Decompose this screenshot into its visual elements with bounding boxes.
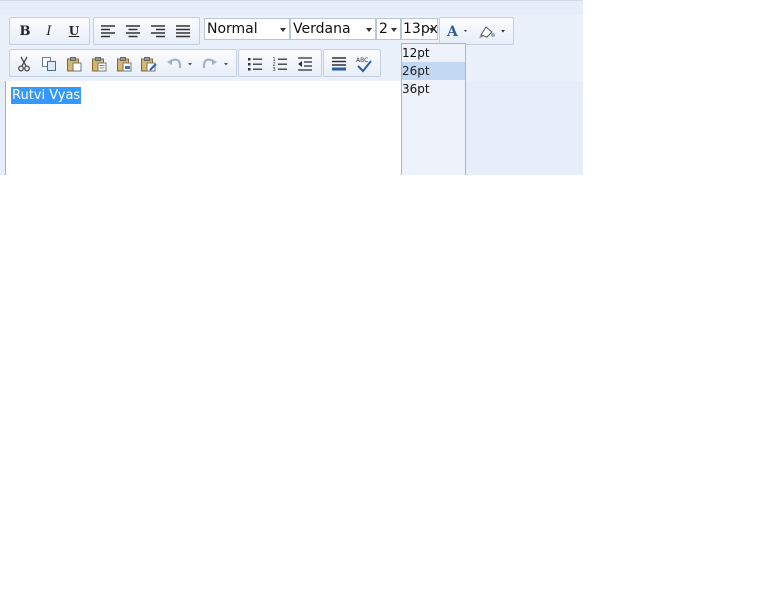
rich-text-editor: B I U Normal Verdana 2 13px A 1 2 3 ABC … [0,0,583,175]
tools-group: ABC [323,49,381,77]
highlight-icon [479,26,505,38]
paste-icon [67,57,82,72]
align-left-icon [101,25,115,38]
italic-button[interactable]: I [38,20,60,42]
align-center-icon [126,25,140,38]
text-style-group: B I U [9,17,90,45]
align-right-icon [151,25,165,38]
spellcheck-icon: ABC [356,57,372,73]
underline-button[interactable]: U [63,20,85,42]
list-group: 123 [238,49,322,77]
fontsize-option[interactable]: 36pt [402,80,465,98]
paragraph-button[interactable] [328,53,350,75]
size-select-value: 2 [379,21,388,37]
undo-icon [167,58,192,68]
svg-text:3: 3 [273,67,276,72]
paste-word-icon [117,57,132,72]
chevron-down-icon [391,28,397,32]
fontsize-select[interactable]: 13px [401,18,438,40]
outdent-icon [298,57,312,71]
outdent-button[interactable] [294,53,316,75]
copy-button[interactable] [38,53,60,75]
format-select[interactable]: Normal [204,18,290,40]
numbered-list-icon: 123 [273,57,287,72]
bold-button[interactable]: B [14,20,36,42]
selected-text[interactable]: Rutvi Vyas [11,87,82,104]
paste-word-button[interactable] [113,53,135,75]
fontsize-option[interactable]: 12pt [402,44,465,62]
paste-text-button[interactable] [88,53,110,75]
fontsize-option-selected[interactable]: 26pt [402,62,465,80]
numbered-list-button[interactable]: 123 [269,53,291,75]
align-justify-icon [176,25,190,38]
toolbar: B I U Normal Verdana 2 13px A 1 2 3 ABC [0,15,583,81]
format-select-value: Normal [207,21,258,37]
paste-button[interactable] [63,53,85,75]
font-select-value: Verdana [293,21,351,37]
align-justify-button[interactable] [172,20,194,42]
bullet-list-button[interactable] [244,53,266,75]
clipboard-group [9,49,237,77]
size-select[interactable]: 2 [376,18,401,40]
cut-icon [18,56,30,72]
svg-text:A: A [446,24,459,39]
font-select[interactable]: Verdana [290,18,376,40]
chevron-down-icon [429,28,435,32]
align-left-button[interactable] [97,20,119,42]
color-group: A [439,17,514,45]
bullet-list-icon [248,58,262,71]
paste-text-icon [92,57,107,72]
paste-special-icon [141,57,157,72]
undo-button[interactable] [165,53,195,75]
cut-button[interactable] [13,53,35,75]
highlight-button[interactable] [476,20,508,42]
font-color-button[interactable]: A [443,20,471,42]
paragraph-icon [332,57,346,71]
copy-icon [42,57,56,71]
spellcheck-button[interactable]: ABC [353,53,375,75]
chevron-down-icon [280,28,286,32]
paste-special-button[interactable] [138,53,160,75]
svg-text:ABC: ABC [356,57,368,64]
align-center-button[interactable] [122,20,144,42]
alignment-group [93,17,200,45]
chevron-down-icon [366,28,372,32]
align-right-button[interactable] [147,20,169,42]
fontsize-dropdown: 12pt 26pt 36pt [401,43,466,175]
redo-button[interactable] [201,53,231,75]
editor-content[interactable]: Rutvi Vyas [5,81,407,175]
font-color-icon: A [446,24,467,39]
redo-icon [203,58,228,68]
